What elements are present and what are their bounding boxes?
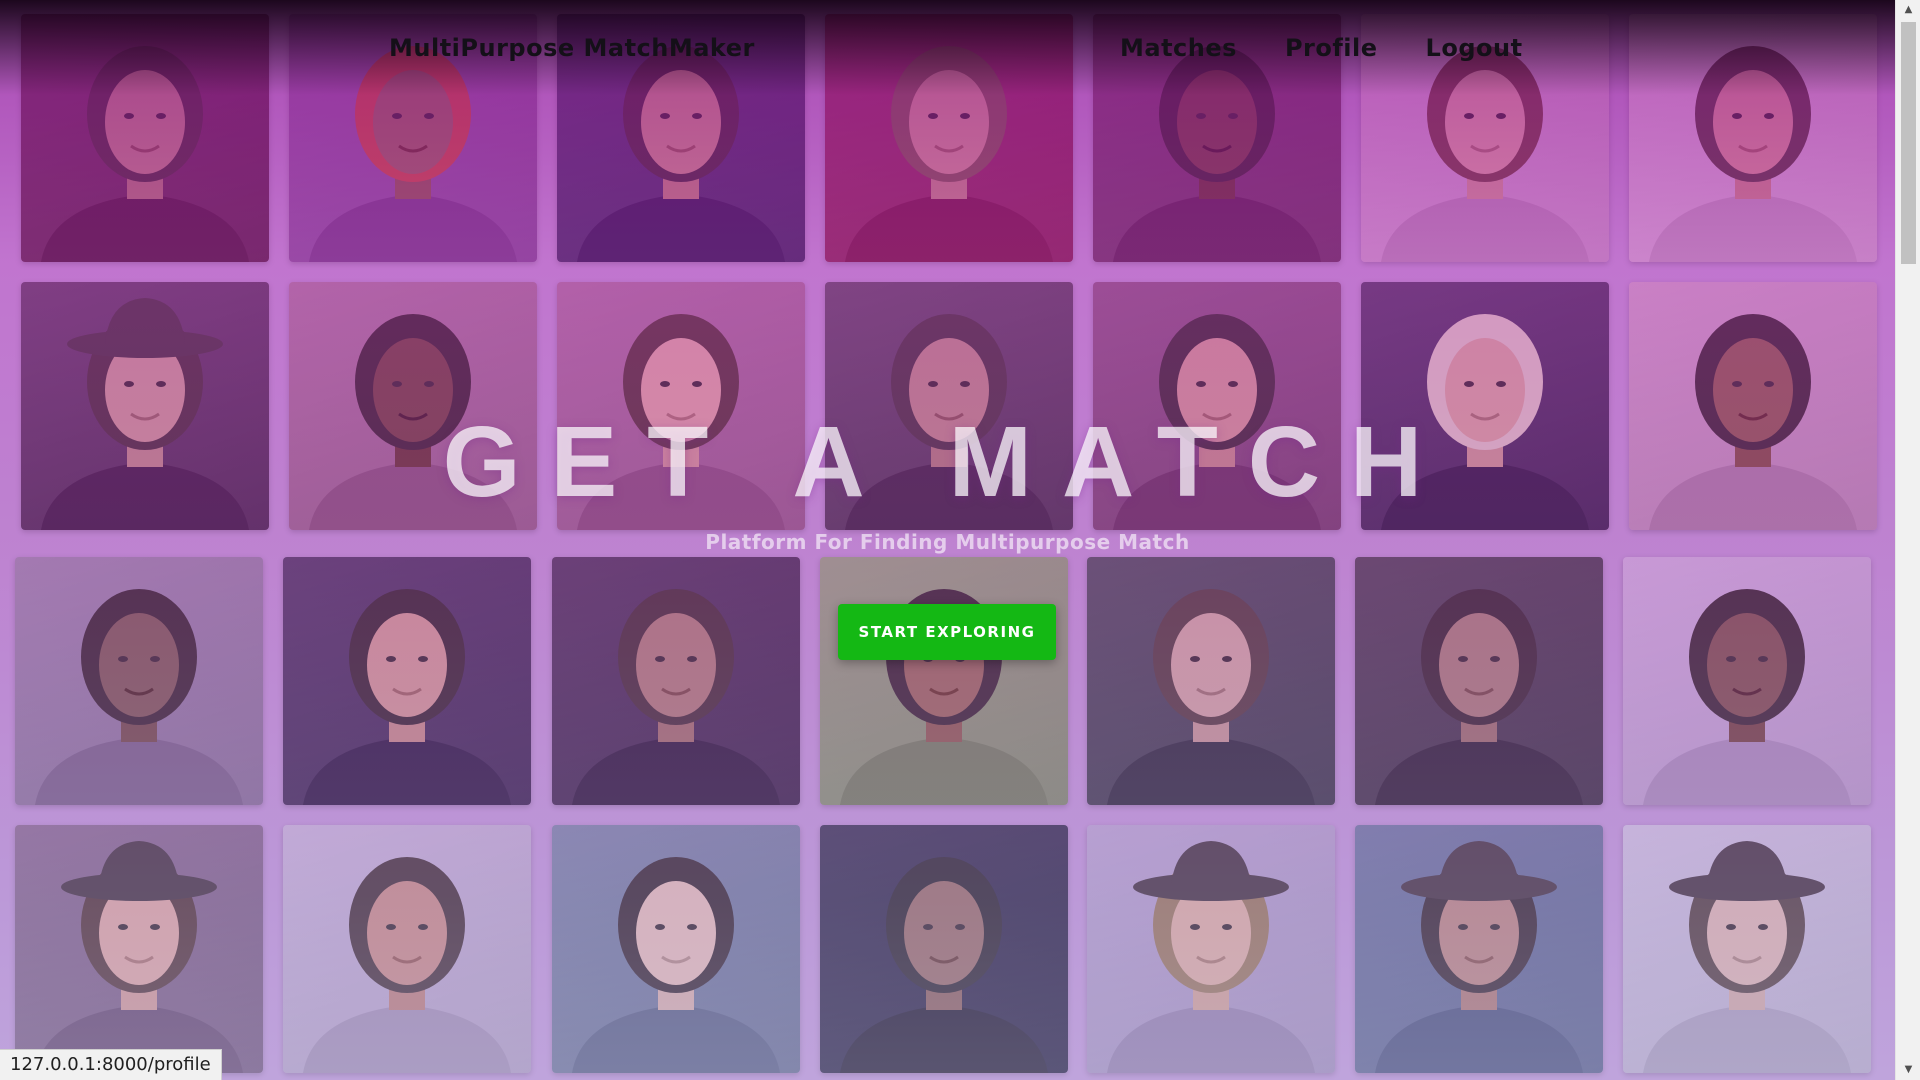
portrait-icon (1649, 46, 1857, 262)
portrait-icon (840, 589, 1048, 805)
portrait-icon (35, 589, 243, 805)
portrait-icon (1107, 841, 1315, 1073)
profile-photo-tile[interactable] (552, 825, 800, 1073)
profile-photo-tile[interactable] (1087, 825, 1335, 1073)
profile-photo-tile[interactable] (1629, 14, 1877, 262)
hero-subtitle: Platform For Finding Multipurpose Match (705, 530, 1190, 554)
vertical-scrollbar[interactable]: ▲ ▼ (1895, 0, 1920, 1080)
profile-photo-tile[interactable] (820, 557, 1068, 805)
scroll-thumb[interactable] (1901, 22, 1916, 264)
portrait-icon (1375, 841, 1583, 1073)
nav-links: Matches Profile Logout (1120, 34, 1523, 62)
profile-photo-tile[interactable] (1087, 557, 1335, 805)
portrait-icon (1107, 589, 1315, 805)
portrait-icon (840, 857, 1048, 1073)
page: MultiPurpose MatchMaker Matches Profile … (0, 0, 1895, 1080)
portrait-icon (1643, 841, 1851, 1073)
profile-photo-tile[interactable] (1355, 557, 1603, 805)
portrait-icon (572, 589, 780, 805)
profile-photo-tile[interactable] (21, 14, 269, 262)
profile-photo-tile[interactable] (15, 825, 263, 1073)
scroll-down-icon[interactable]: ▼ (1896, 1060, 1920, 1080)
portrait-icon (303, 857, 511, 1073)
nav-link-profile[interactable]: Profile (1285, 34, 1378, 62)
profile-photo-tile[interactable] (820, 825, 1068, 1073)
portrait-icon (1643, 589, 1851, 805)
profile-photo-tile[interactable] (283, 825, 531, 1073)
nav-link-matches[interactable]: Matches (1120, 34, 1237, 62)
scroll-up-icon[interactable]: ▲ (1896, 0, 1920, 20)
profile-photo-tile[interactable] (1623, 557, 1871, 805)
profile-photo-tile[interactable] (825, 14, 1073, 262)
portrait-icon (1375, 589, 1583, 805)
profile-photo-tile[interactable] (283, 557, 531, 805)
nav-link-logout[interactable]: Logout (1426, 34, 1523, 62)
profile-photo-tile[interactable] (15, 557, 263, 805)
portrait-icon (845, 46, 1053, 262)
portrait-icon (572, 857, 780, 1073)
brand-logo[interactable]: MultiPurpose MatchMaker (389, 34, 755, 62)
profile-photo-tile[interactable] (1623, 825, 1871, 1073)
profile-photo-tile[interactable] (552, 557, 800, 805)
hero-title: GET A MATCH (442, 406, 1453, 518)
portrait-icon (41, 46, 249, 262)
start-exploring-button[interactable]: START EXPLORING (838, 604, 1056, 660)
profile-photo-tile[interactable] (1355, 825, 1603, 1073)
portrait-icon (35, 841, 243, 1073)
status-bar-url: 127.0.0.1:8000/profile (0, 1049, 222, 1080)
portrait-icon (303, 589, 511, 805)
